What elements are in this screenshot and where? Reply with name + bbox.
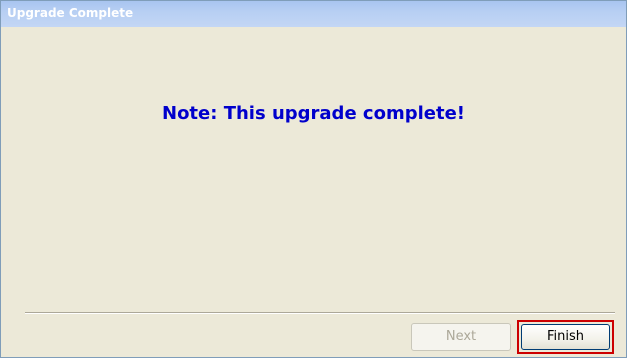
upgrade-complete-dialog: Upgrade Complete Note: This upgrade comp…: [0, 0, 627, 358]
finish-button[interactable]: Finish: [521, 324, 610, 350]
dialog-title: Upgrade Complete: [7, 6, 134, 20]
next-button[interactable]: Next: [411, 323, 511, 351]
button-separator: [25, 312, 615, 314]
title-bar: Upgrade Complete: [1, 1, 626, 27]
finish-button-highlight: Finish: [517, 320, 614, 354]
dialog-content: Note: This upgrade complete! Next Finish: [1, 27, 626, 357]
upgrade-complete-note: Note: This upgrade complete!: [162, 103, 465, 124]
